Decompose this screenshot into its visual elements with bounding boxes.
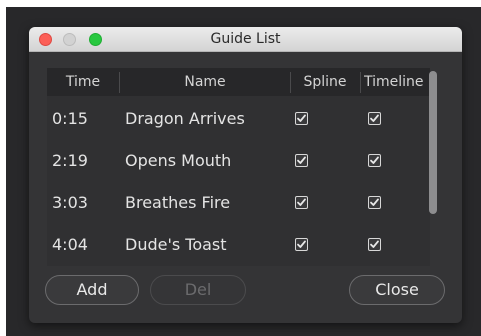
spline-checkbox[interactable] [295, 154, 308, 167]
guide-table: Time Name Spline Timeline 0:15 Dragon Ar… [47, 68, 430, 266]
timeline-checkbox[interactable] [368, 238, 381, 251]
name-cell: Dude's Toast [125, 235, 227, 254]
timeline-checkbox[interactable] [368, 196, 381, 209]
table-row[interactable]: 2:19 Opens Mouth [47, 140, 430, 182]
column-divider[interactable] [360, 72, 361, 93]
time-cell: 4:04 [52, 235, 88, 254]
close-button[interactable]: Close [349, 275, 445, 305]
table-row[interactable]: 4:04 Dude's Toast [47, 224, 430, 266]
time-cell: 0:15 [52, 109, 88, 128]
add-button[interactable]: Add [45, 275, 139, 305]
screen: Guide List Time Name Spline Timeline 0:1… [0, 0, 481, 336]
column-header-timeline[interactable]: Timeline [364, 68, 430, 96]
title-bar[interactable]: Guide List [29, 27, 462, 52]
column-header-name[interactable]: Name [120, 68, 290, 96]
vertical-scrollbar[interactable] [426, 69, 440, 217]
spline-checkbox[interactable] [295, 196, 308, 209]
column-header-time[interactable]: Time [47, 68, 119, 96]
time-cell: 2:19 [52, 151, 88, 170]
window-title: Guide List [210, 31, 281, 47]
spline-checkbox[interactable] [295, 238, 308, 251]
guide-list-window: Guide List Time Name Spline Timeline 0:1… [29, 27, 462, 323]
table-row[interactable]: 3:03 Breathes Fire [47, 182, 430, 224]
name-cell: Breathes Fire [125, 193, 231, 212]
column-header-spline[interactable]: Spline [291, 68, 359, 96]
time-cell: 3:03 [52, 193, 88, 212]
delete-button: Del [150, 275, 246, 305]
timeline-checkbox[interactable] [368, 112, 381, 125]
spline-checkbox[interactable] [295, 112, 308, 125]
name-cell: Dragon Arrives [125, 109, 245, 128]
timeline-checkbox[interactable] [368, 154, 381, 167]
table-header: Time Name Spline Timeline [47, 68, 430, 96]
name-cell: Opens Mouth [125, 151, 232, 170]
table-row[interactable]: 0:15 Dragon Arrives [47, 98, 430, 140]
scrollbar-thumb[interactable] [429, 71, 437, 214]
